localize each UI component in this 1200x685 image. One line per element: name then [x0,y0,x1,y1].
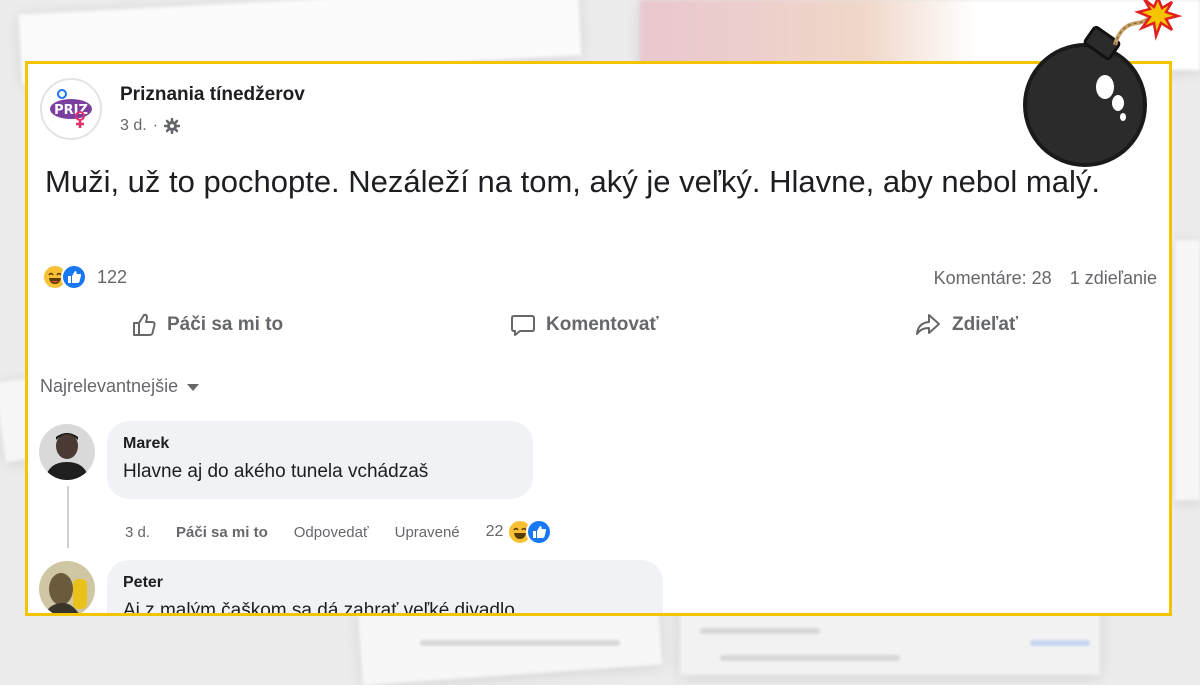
page-logo-icon: PRIZ [44,82,98,136]
reactions-summary[interactable]: 122 [42,264,127,290]
bomb-icon [1023,0,1183,167]
svg-text:PRIZ: PRIZ [54,103,88,118]
like-button-label: Páči sa mi to [167,314,284,335]
comment-button[interactable]: Komentovať [510,312,659,338]
meta-separator: · [152,117,159,134]
comment-text: Aj z malým čaškom sa dá zahrať veľké div… [123,600,515,616]
comment-button-label: Komentovať [546,314,659,335]
caret-down-icon [187,383,200,391]
background-text-blurred [700,628,820,634]
speech-bubble-icon [511,315,535,336]
avatar [39,424,95,480]
comment-actions: 3 d. Páči sa mi to Odpovedať Upravené 22 [125,519,553,545]
background-text-blurred [720,655,900,661]
share-button-label: Zdieľať [952,314,1019,335]
comments-count[interactable]: Komentáre: 28 [934,268,1052,288]
post-actions: Páči sa mi to Komentovať Zdieľať [28,312,1169,352]
commenter-avatar[interactable] [39,424,95,480]
comment-author[interactable]: Peter [123,574,645,592]
post-stats: Komentáre: 28 1 zdieľanie [934,268,1157,289]
post-text: Muži, už to pochopte. Nezáleží na tom, a… [45,164,1100,199]
shares-count[interactable]: 1 zdieľanie [1070,268,1157,288]
thread-line [67,486,69,548]
thumbs-up-icon [133,313,156,336]
reaction-count: 122 [97,266,128,287]
avatar [39,561,95,613]
post-header: PRIZ [40,78,102,140]
comment-reaction-count: 22 [485,523,504,540]
comment-reactions[interactable]: 22 [486,519,553,545]
comment-edited-label: Upravené [394,523,460,541]
background-post-blurred [1175,240,1200,500]
sort-label: Najrelevantnejšie [40,376,179,396]
comment-sort-dropdown[interactable]: Najrelevantnejšie [40,376,200,397]
like-reaction-icon [61,264,87,290]
post-time[interactable]: 3 d. [120,117,147,135]
comment-reply-button[interactable]: Odpovedať [294,524,369,541]
comment-like-button[interactable]: Páči sa mi to [176,524,268,541]
like-reaction-icon [526,519,553,545]
comment-bubble: Peter Aj z malým čaškom sa dá zahrať veľ… [107,560,663,616]
page-avatar[interactable]: PRIZ [40,78,102,140]
background-text-blurred [1030,640,1090,646]
comment-bubble: Marek Hlavne aj do akého tunela vchádzaš [107,421,533,499]
like-button[interactable]: Páči sa mi to [131,312,283,338]
comment-time[interactable]: 3 d. [125,524,150,541]
share-arrow-icon [916,314,940,335]
comment-author[interactable]: Marek [123,435,515,453]
post-meta: 3 d. · [120,117,181,135]
page-name[interactable]: Priznania tínedžerov [120,84,305,106]
share-button[interactable]: Zdieľať [914,312,1018,338]
facebook-post: PRIZ Priznania tínedžerov 3 d. · ••• Muž… [25,61,1172,616]
gear-icon [164,118,181,134]
commenter-avatar[interactable] [39,561,95,613]
background-text-blurred [420,640,620,646]
comment-text: Hlavne aj do akého tunela vchádzaš [123,461,429,482]
